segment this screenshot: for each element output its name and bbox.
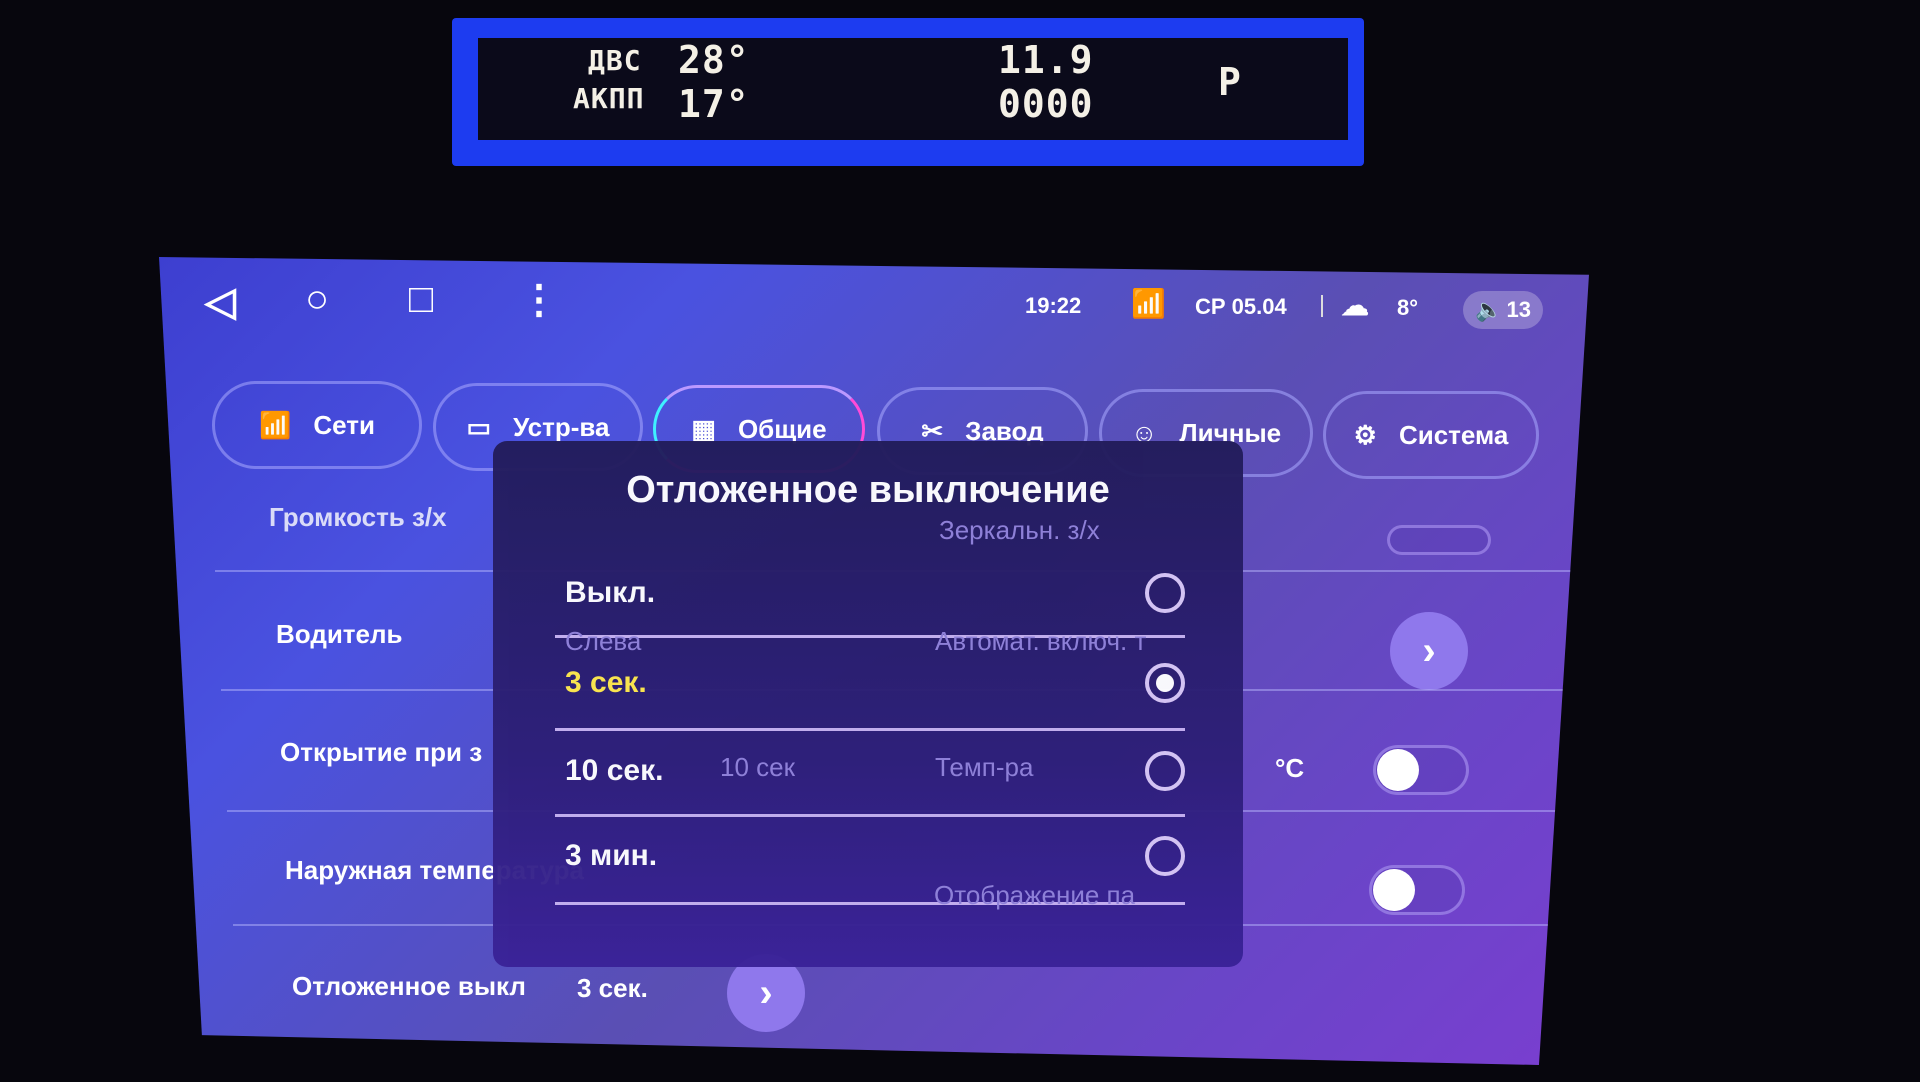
tab-label: Сети — [313, 409, 375, 440]
back-icon[interactable]: ◁ — [205, 279, 236, 325]
radio-button-selected[interactable] — [1145, 663, 1185, 703]
date: СР 05.04 — [1195, 294, 1287, 319]
option-label: 3 мин. — [565, 839, 658, 872]
home-icon[interactable]: ○ — [305, 277, 329, 322]
row-right-label: Зеркальн. з/х — [939, 515, 1100, 545]
row-label: Водитель — [276, 619, 403, 649]
device-icon: ▭ — [466, 411, 492, 442]
option-label: Выкл. — [565, 576, 656, 609]
row-value: 10 сек — [720, 752, 795, 782]
voltage: 11.9 — [998, 38, 1094, 82]
option-3s[interactable]: 3 сек. — [565, 647, 1185, 719]
toggle[interactable] — [1373, 745, 1469, 795]
unit-label: °C — [1275, 753, 1305, 783]
row-label: Громкость з/х — [269, 502, 447, 532]
menu-icon[interactable]: ⋮ — [519, 277, 559, 323]
gearbox-temp: 17° — [678, 82, 750, 126]
status-divider — [1321, 295, 1323, 317]
row-right-label: Темп-ра — [935, 752, 1034, 782]
option-label: 10 сек. — [565, 754, 664, 787]
gear-indicator: P — [1218, 60, 1242, 104]
dialog-title: Отложенное выключение — [626, 469, 1110, 511]
radio-button[interactable] — [1145, 573, 1185, 613]
dashboard-lcd: ДВС 28° АКПП 17° 11.9 0000 P — [478, 38, 1348, 140]
row-label: Отложенное выкл — [292, 971, 526, 1001]
radio-button[interactable] — [1145, 751, 1185, 791]
wifi-icon: 📶 — [259, 409, 292, 440]
chevron-right-button[interactable]: › — [1390, 612, 1468, 690]
option-label: 3 сек. — [565, 666, 647, 699]
clock: 19:22 — [1025, 293, 1082, 318]
tab-label: Устр-ва — [513, 411, 610, 442]
engine-label: ДВС — [588, 44, 642, 77]
grid-icon: ▦ — [691, 413, 716, 444]
row-value: Слева — [565, 626, 642, 656]
gear-icon: ⚙ — [1353, 419, 1377, 450]
tab-networks[interactable]: 📶 Сети — [212, 381, 422, 469]
tab-label: Общие — [737, 413, 827, 444]
cloud-icon: ☁ — [1341, 290, 1369, 321]
tab-label: Система — [1398, 419, 1509, 450]
row-value: 3 сек. — [577, 973, 648, 1003]
divider — [555, 728, 1185, 731]
engine-temp: 28° — [678, 38, 750, 82]
odometer: 0000 — [998, 82, 1094, 126]
volume-indicator[interactable]: 🔈 13 — [1463, 291, 1543, 329]
option-10s[interactable]: 10 сек. — [565, 735, 1185, 807]
divider — [555, 814, 1185, 817]
volume-level: 13 — [1506, 297, 1531, 322]
row-right-label: Отображение па — [934, 880, 1136, 910]
volume-icon: 🔈 — [1475, 297, 1503, 322]
radio-button[interactable] — [1145, 836, 1185, 876]
option-off[interactable]: Выкл. — [565, 557, 1185, 629]
gearbox-label: АКПП — [573, 82, 645, 115]
row-label: Открытие при з — [280, 737, 483, 767]
wifi-icon: 📶 — [1131, 288, 1166, 319]
toggle[interactable] — [1369, 865, 1465, 915]
tab-system[interactable]: ⚙ Система — [1323, 391, 1539, 479]
row-right-label: Автомат. включ. т — [935, 626, 1147, 656]
toggle[interactable] — [1387, 525, 1491, 555]
weather-temp: 8° — [1397, 295, 1419, 320]
recents-icon[interactable]: □ — [409, 277, 433, 322]
